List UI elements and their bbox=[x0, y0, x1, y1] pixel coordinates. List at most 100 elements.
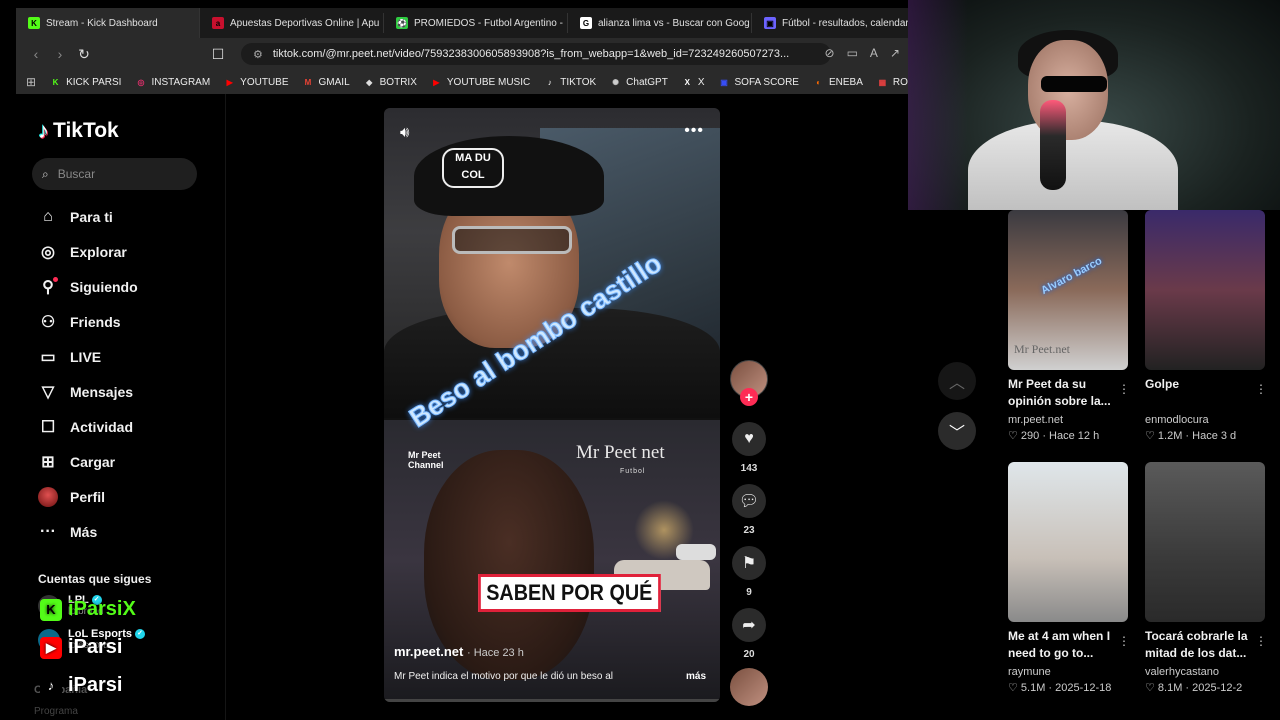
webcam-feed bbox=[908, 0, 1280, 210]
description-more-link[interactable]: más bbox=[686, 671, 706, 682]
more-options-icon[interactable]: ••• bbox=[684, 122, 704, 140]
card-more-icon[interactable]: ⋮ bbox=[1255, 634, 1267, 648]
sidebar-item-actividad[interactable]: ☐ Actividad bbox=[38, 409, 138, 444]
sidebar-item-friends[interactable]: ⚇ Friends bbox=[38, 304, 138, 339]
tab-favicon-icon: G bbox=[580, 17, 592, 29]
card-user[interactable]: valerhycastano bbox=[1145, 666, 1265, 678]
share-icon[interactable]: ↗ bbox=[890, 46, 900, 60]
video-progress-bar[interactable] bbox=[384, 699, 720, 702]
card-user[interactable]: raymune bbox=[1008, 666, 1128, 678]
sidebar-nav: ⌂ Para ti ◎ Explorar ⚲ Siguiendo ⚇ Friends ▭ LIVE… bbox=[38, 199, 138, 549]
home-icon: ⌂ bbox=[43, 207, 53, 225]
card-more-icon[interactable]: ⋮ bbox=[1255, 382, 1267, 396]
browser-tab[interactable]: a Apuestas Deportivas Online | Apu bbox=[200, 13, 384, 33]
upload-icon: ⊞ bbox=[41, 453, 55, 471]
bookmark-label: YOUTUBE bbox=[240, 76, 289, 88]
follow-plus-icon[interactable]: + bbox=[740, 388, 758, 406]
sidebar-item-live[interactable]: ▭ LIVE bbox=[38, 339, 138, 374]
sidebar-item-más[interactable]: ··· Más bbox=[38, 514, 138, 549]
bookmark-favicon-icon: ◆ bbox=[366, 77, 373, 87]
company-sub[interactable]: Programa bbox=[34, 706, 78, 717]
heart-icon[interactable]: ♥ bbox=[732, 422, 766, 456]
tiktok-logo[interactable]: ♪ TikTok bbox=[38, 118, 119, 144]
messages-icon: ▽ bbox=[41, 383, 55, 401]
browser-tab[interactable]: Galianza lima vs - Buscar con Goog bbox=[568, 13, 752, 33]
recommendation-card[interactable]: ⋮ Golpe enmodlocura ♡ 1.2M · Hace 3 d bbox=[1145, 210, 1267, 442]
tiktok-logo-icon: ♪ bbox=[40, 674, 62, 697]
profile-avatar bbox=[38, 486, 58, 507]
sidebar-item-siguiendo[interactable]: ⚲ Siguiendo bbox=[38, 269, 138, 304]
card-user[interactable]: mr.peet.net bbox=[1008, 414, 1128, 426]
bookmark-star-icon[interactable]: ☐ bbox=[206, 46, 230, 63]
browser-tab[interactable]: K Stream - Kick Dashboard bbox=[16, 8, 200, 38]
overlay-handle-text: iParsi bbox=[68, 636, 123, 658]
author-name: mr.peet.net bbox=[394, 644, 464, 659]
bookmark-favicon-icon: ◎ bbox=[137, 77, 145, 87]
scroll-up-button[interactable]: ︿ bbox=[938, 362, 976, 400]
video-thumbnail[interactable] bbox=[1145, 210, 1265, 370]
reload-icon[interactable]: ↻ bbox=[72, 46, 96, 63]
comment-icon[interactable]: 💬︎ bbox=[732, 484, 766, 518]
tab-favicon-icon: ⚽ bbox=[396, 17, 408, 29]
sidebar-item-mensajes[interactable]: ▽ Mensajes bbox=[38, 374, 138, 409]
bookmark-item[interactable]: ◐ ENEBA bbox=[813, 77, 863, 88]
sidebar: ♪ TikTok ⌕ Buscar ⌂ Para ti ◎ Explorar ⚲ Sigu… bbox=[16, 94, 226, 720]
bookmark-icon[interactable]: ⚑ bbox=[732, 546, 766, 580]
bookmark-favicon-icon: ✺ bbox=[612, 77, 619, 87]
volume-icon[interactable]: 🔊︎ bbox=[400, 124, 409, 141]
next-creator-avatar[interactable] bbox=[730, 668, 768, 706]
video-thumbnail[interactable]: Alvaro barco Mr Peet.net bbox=[1008, 210, 1128, 370]
eye-off-icon[interactable]: ⊘ bbox=[825, 46, 835, 60]
explore-icon: ◎ bbox=[41, 243, 55, 261]
bookmark-item[interactable]: M GMAIL bbox=[303, 77, 350, 88]
bookmark-item[interactable]: ▶ YOUTUBE MUSIC bbox=[431, 77, 530, 88]
site-info-icon[interactable]: ⚙ bbox=[253, 48, 263, 61]
back-icon[interactable]: ‹ bbox=[24, 46, 48, 62]
bookmark-item[interactable]: ▣ SOFA SCORE bbox=[719, 77, 799, 88]
sidebar-item-para-ti[interactable]: ⌂ Para ti bbox=[38, 199, 138, 234]
translate-icon[interactable]: A bbox=[870, 46, 878, 60]
browser-tab[interactable]: ⚽ PROMIEDOS - Futbol Argentino - bbox=[384, 13, 568, 33]
browser-tab[interactable]: ▣ Fútbol - resultados, calendario bbox=[752, 13, 908, 33]
bookmark-label: KICK PARSI bbox=[66, 76, 122, 88]
live-icon: ▭ bbox=[40, 348, 56, 366]
bookmark-item[interactable]: K KICK PARSI bbox=[50, 76, 122, 88]
share-arrow-icon[interactable]: ➦ bbox=[732, 608, 766, 642]
microphone bbox=[1040, 100, 1066, 190]
sidebar-item-cargar[interactable]: ⊞ Cargar bbox=[38, 444, 138, 479]
video-player[interactable]: MA DU COL Mr Peet Channel Mr Peet net Fu… bbox=[384, 108, 720, 702]
bookmark-item[interactable]: ◆ BOTRIX bbox=[364, 77, 417, 88]
bookmark-item[interactable]: ♪ TIKTOK bbox=[544, 77, 596, 88]
following-title: Cuentas que sigues bbox=[38, 572, 152, 586]
scroll-down-button[interactable]: ﹀ bbox=[938, 412, 976, 450]
bookmark-label: ChatGPT bbox=[626, 76, 668, 88]
bookmark-item[interactable]: ▦ ROMSFUN bbox=[877, 77, 908, 88]
bookmark-item[interactable]: XX bbox=[682, 77, 705, 88]
video-thumbnail[interactable] bbox=[1008, 462, 1128, 622]
cam-ambient-light bbox=[908, 0, 968, 210]
recommendation-card[interactable]: ⋮ Me at 4 am when I need to go to... ray… bbox=[1008, 462, 1130, 694]
apps-icon[interactable]: ⊞ bbox=[26, 75, 36, 89]
video-thumbnail[interactable] bbox=[1145, 462, 1265, 622]
bookmark-item[interactable]: ✺ ChatGPT bbox=[610, 77, 668, 88]
bookmark-favicon-icon: ◐ bbox=[816, 77, 821, 87]
card-more-icon[interactable]: ⋮ bbox=[1118, 634, 1130, 648]
forward-icon[interactable]: › bbox=[48, 46, 72, 62]
card-title: Me at 4 am when I need to go to... bbox=[1008, 629, 1111, 660]
card-user[interactable]: enmodlocura bbox=[1145, 414, 1265, 426]
cast-icon[interactable]: ▭ bbox=[847, 46, 858, 60]
recommendation-card[interactable]: ⋮ Tocará cobrarle la mitad de los dat...… bbox=[1145, 462, 1267, 694]
bookmark-item[interactable]: ▶ YOUTUBE bbox=[224, 76, 289, 88]
card-stats: ♡ 5.1M · 2025-12-18 bbox=[1008, 682, 1112, 694]
bookmark-item[interactable]: ◎ INSTAGRAM bbox=[135, 77, 210, 88]
card-stats: ♡ 290 · Hace 12 h bbox=[1008, 430, 1100, 442]
url-field[interactable]: ⚙ tiktok.com/@mr.peet.net/video/75932383… bbox=[241, 43, 831, 65]
recommendation-card[interactable]: Alvaro barco Mr Peet.net ⋮ Mr Peet da su … bbox=[1008, 210, 1130, 442]
video-glasses bbox=[452, 226, 572, 254]
search-input[interactable]: ⌕ Buscar bbox=[32, 158, 197, 190]
card-more-icon[interactable]: ⋮ bbox=[1118, 382, 1130, 396]
sidebar-item-perfil[interactable]: Perfil bbox=[38, 479, 138, 514]
bookmark-label: ROMSFUN bbox=[892, 76, 908, 88]
sidebar-item-explorar[interactable]: ◎ Explorar bbox=[38, 234, 138, 269]
video-author[interactable]: mr.peet.net · Hace 23 h bbox=[394, 644, 524, 659]
